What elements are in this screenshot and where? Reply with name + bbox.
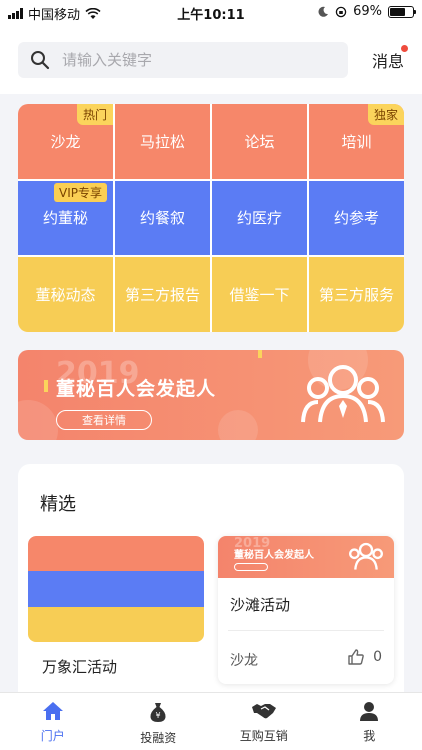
svg-text:¥: ¥ [156, 711, 161, 720]
status-bar: 中国移动 上午10:11 69% [0, 0, 422, 26]
search-box[interactable] [18, 42, 348, 78]
tab-portal[interactable]: 门户 [0, 693, 106, 750]
grid-item-label: 约医疗 [236, 209, 282, 228]
group-icon [301, 365, 385, 423]
card-banner-button [234, 563, 268, 571]
banner-accent-bar [44, 380, 48, 392]
grid-item-label: 约参考 [333, 209, 379, 228]
card-title: 万象汇活动 [42, 658, 118, 676]
bottom-tab-bar: 门户 ¥ 投融资 互购互销 我 [0, 692, 422, 750]
message-label: 消息 [371, 52, 404, 71]
banner-accent-bar [258, 350, 262, 358]
search-icon [31, 51, 50, 70]
group-icon [349, 542, 383, 570]
like-button[interactable]: 0 [347, 648, 382, 666]
grid-item-forum[interactable]: 论坛 [212, 104, 307, 179]
money-bag-icon: ¥ [150, 703, 166, 722]
thumbs-up-icon [348, 649, 364, 665]
banner-title: 董秘百人会发起人 [56, 378, 217, 400]
exclusive-tag: 独家 [367, 104, 404, 125]
category-grid: 沙龙 热门 马拉松 论坛 培训 独家 约董秘 VIP专享 约餐叙 约医疗 约参考 董秘… [18, 104, 404, 332]
grid-item-secretary-news[interactable]: 董秘动态 [18, 257, 113, 332]
tab-label: 我 [363, 729, 376, 743]
featured-card[interactable]: 万象汇活动 [28, 536, 204, 686]
card-category: 沙龙 [230, 653, 258, 669]
rotation-lock-icon [335, 6, 347, 17]
home-icon [42, 702, 63, 720]
message-badge-dot [401, 45, 408, 52]
grid-item-training[interactable]: 培训 独家 [309, 104, 404, 179]
person-icon [360, 702, 379, 721]
tab-label: 门户 [40, 729, 65, 743]
grid-item-label: 借鉴一下 [229, 286, 290, 305]
battery-percent: 69% [353, 4, 382, 19]
grid-item-label: 沙龙 [50, 132, 81, 151]
card-cover-image [28, 536, 204, 642]
view-details-button[interactable]: 查看详情 [56, 410, 152, 430]
grid-item-label: 培训 [341, 132, 372, 151]
like-count: 0 [373, 649, 382, 665]
grid-item-salon[interactable]: 沙龙 热门 [18, 104, 113, 179]
featured-card[interactable]: 2019 董秘百人会发起人 沙滩活动 沙龙 0 [218, 536, 394, 684]
tab-label: 互购互销 [239, 729, 288, 743]
message-button[interactable]: 消息 [371, 45, 408, 72]
vip-tag: VIP专享 [54, 182, 107, 202]
grid-item-label: 第三方报告 [124, 286, 200, 305]
tab-mutual-trade[interactable]: 互购互销 [211, 693, 317, 750]
tab-investment[interactable]: ¥ 投融资 [106, 693, 212, 750]
grid-item-third-party-report[interactable]: 第三方报告 [115, 257, 210, 332]
tab-me[interactable]: 我 [317, 693, 422, 750]
grid-item-marathon[interactable]: 马拉松 [115, 104, 210, 179]
tab-label: 投融资 [140, 731, 177, 745]
search-input[interactable] [62, 51, 322, 69]
grid-item-reference[interactable]: 借鉴一下 [212, 257, 307, 332]
handshake-icon [251, 704, 276, 719]
banner-decoration [218, 410, 258, 440]
grid-item-label: 第三方服务 [318, 286, 394, 305]
grid-item-label: 董秘动态 [35, 286, 96, 305]
grid-item-label: 论坛 [244, 132, 275, 151]
grid-item-label: 马拉松 [139, 132, 185, 151]
hot-tag: 热门 [76, 104, 113, 125]
grid-item-meet-secretary[interactable]: 约董秘 VIP专享 [18, 180, 113, 256]
grid-item-third-party-service[interactable]: 第三方服务 [309, 257, 404, 332]
header: 消息 [0, 26, 422, 94]
grid-item-meet-reference[interactable]: 约参考 [309, 180, 404, 256]
promo-banner[interactable]: 2019 董秘百人会发起人 查看详情 [18, 350, 404, 440]
grid-item-label: 约餐叙 [139, 209, 185, 228]
section-title: 精选 [40, 494, 76, 515]
grid-item-meet-dinner[interactable]: 约餐叙 [115, 180, 210, 256]
card-divider [228, 630, 384, 631]
battery-icon [388, 5, 416, 18]
banner-decoration [18, 400, 58, 440]
card-title: 沙滩活动 [230, 596, 291, 614]
grid-item-label: 约董秘 [42, 209, 88, 228]
status-right: 69% [318, 4, 416, 19]
card-cover-image: 2019 董秘百人会发起人 [218, 536, 394, 578]
card-banner-title: 董秘百人会发起人 [234, 550, 314, 561]
grid-item-meet-medical[interactable]: 约医疗 [212, 180, 307, 256]
moon-icon [318, 6, 329, 17]
